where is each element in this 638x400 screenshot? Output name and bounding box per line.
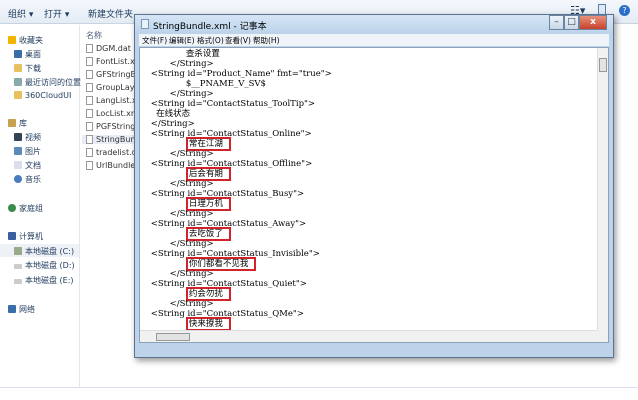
text-line: </String> bbox=[148, 239, 214, 249]
scroll-thumb[interactable] bbox=[156, 333, 190, 341]
nav-disk-d[interactable]: 本地磁盘 (D:) bbox=[14, 260, 75, 271]
text-line: 后会有期 bbox=[148, 167, 332, 181]
nav-videos[interactable]: 视频 bbox=[14, 132, 41, 143]
text-line: </String> bbox=[148, 149, 214, 159]
file-item[interactable]: LocList.xml bbox=[86, 109, 141, 118]
file-icon bbox=[86, 161, 93, 170]
text-editor[interactable]: 查杀设置 </String> <String id="Product_Name"… bbox=[139, 47, 609, 343]
text-line: </String> bbox=[148, 209, 214, 219]
navigation-pane: 收藏夹 桌面 下载 最近访问的位置 360CloudUI 库 视频 图片 文档 … bbox=[0, 25, 81, 387]
scrollbar-corner bbox=[597, 330, 608, 342]
notepad-titlebar[interactable]: StringBundle.xml - 记事本 – □ x bbox=[135, 15, 613, 33]
text-line: 常在江湖 bbox=[148, 137, 332, 151]
text-line: <String id="Product_Name" fmt="true"> bbox=[148, 69, 332, 79]
open-button[interactable]: 打开 ▾ bbox=[44, 7, 69, 20]
file-icon bbox=[86, 148, 93, 157]
vertical-scrollbar[interactable] bbox=[597, 48, 608, 330]
nav-libraries[interactable]: 库 bbox=[8, 118, 27, 129]
text-line: </String> bbox=[148, 119, 195, 129]
close-button[interactable]: x bbox=[579, 15, 607, 30]
text-line: <String id="ContactStatus_QMe"> bbox=[148, 309, 304, 319]
text-line: <String id="ContactStatus_Away"> bbox=[148, 219, 307, 229]
text-line: </String> bbox=[148, 89, 214, 99]
text-line: 你们都看不见我 bbox=[148, 257, 332, 271]
document-icon bbox=[14, 161, 22, 169]
text-line: <String id="ContactStatus_ToolTip"> bbox=[148, 99, 316, 109]
file-icon bbox=[86, 135, 93, 144]
file-item[interactable]: DGM.dat bbox=[86, 44, 131, 53]
scroll-thumb[interactable] bbox=[599, 58, 607, 72]
homegroup-icon bbox=[8, 204, 16, 212]
nav-downloads[interactable]: 下载 bbox=[14, 63, 41, 74]
menu-format[interactable]: 格式(O) bbox=[197, 35, 224, 46]
recent-icon bbox=[14, 78, 22, 86]
new-folder-button[interactable]: 新建文件夹 bbox=[88, 7, 133, 20]
folder-icon bbox=[14, 64, 22, 72]
menu-file[interactable]: 文件(F) bbox=[142, 35, 167, 46]
text-line: 在线状态 bbox=[148, 109, 191, 119]
notepad-icon bbox=[141, 19, 149, 29]
menu-view[interactable]: 查看(V) bbox=[225, 35, 251, 46]
drive-icon bbox=[14, 247, 22, 255]
text-line: </String> bbox=[148, 59, 214, 69]
text-line: 快来撩我 bbox=[148, 317, 332, 331]
nav-computer[interactable]: 计算机 bbox=[8, 231, 43, 242]
drive-icon bbox=[14, 264, 22, 269]
organize-button[interactable]: 组织 ▾ bbox=[8, 7, 33, 20]
nav-360cloud[interactable]: 360CloudUI bbox=[14, 91, 71, 100]
text-line: 查杀设置 bbox=[148, 49, 220, 59]
text-line: 日理万机 bbox=[148, 197, 332, 211]
text-line: </String> bbox=[148, 299, 214, 309]
file-icon bbox=[86, 70, 93, 79]
text-line: </String> bbox=[148, 179, 214, 189]
nav-disk-e[interactable]: 本地磁盘 (E:) bbox=[14, 275, 74, 286]
file-item-selected[interactable]: StringBundle.xml bbox=[82, 135, 165, 144]
desktop-icon bbox=[14, 50, 22, 58]
nav-homegroup[interactable]: 家庭组 bbox=[8, 203, 43, 214]
file-icon bbox=[86, 83, 93, 92]
text-line: <String id="ContactStatus_Busy"> bbox=[148, 189, 305, 199]
editor-content[interactable]: 查杀设置 </String> <String id="Product_Name"… bbox=[148, 49, 332, 339]
explorer-bottom-border bbox=[0, 387, 638, 388]
minimize-button[interactable]: – bbox=[549, 15, 564, 30]
computer-icon bbox=[8, 232, 16, 240]
text-line: $__PNAME_V_SV$ bbox=[148, 79, 266, 89]
file-icon bbox=[86, 96, 93, 105]
drive-icon bbox=[14, 279, 22, 284]
nav-favorites[interactable]: 收藏夹 bbox=[8, 35, 43, 46]
text-line: <String id="ContactStatus_Offline"> bbox=[148, 159, 313, 169]
text-line: 去吃饭了 bbox=[148, 227, 332, 241]
window-title: StringBundle.xml - 记事本 bbox=[153, 22, 267, 32]
maximize-button[interactable]: □ bbox=[564, 15, 579, 30]
text-line: <String id="ContactStatus_Online"> bbox=[148, 129, 312, 139]
nav-music[interactable]: 音乐 bbox=[14, 174, 41, 185]
network-icon bbox=[8, 305, 16, 313]
nav-documents[interactable]: 文档 bbox=[14, 160, 41, 171]
text-line: <String id="ContactStatus_Quiet"> bbox=[148, 279, 307, 289]
star-icon bbox=[8, 36, 16, 44]
file-icon bbox=[86, 44, 93, 53]
nav-disk-c[interactable]: 本地磁盘 (C:) bbox=[0, 244, 79, 257]
folder-icon bbox=[14, 91, 22, 99]
library-icon bbox=[8, 119, 16, 127]
file-icon bbox=[86, 57, 93, 66]
nav-desktop[interactable]: 桌面 bbox=[14, 49, 41, 60]
help-icon[interactable]: ? bbox=[619, 5, 630, 16]
menu-help[interactable]: 帮助(H) bbox=[253, 35, 280, 46]
menu-bar: 文件(F) 编辑(E) 格式(O) 查看(V) 帮助(H) bbox=[139, 34, 609, 46]
file-icon bbox=[86, 109, 93, 118]
picture-icon bbox=[14, 147, 22, 155]
video-icon bbox=[14, 133, 22, 141]
text-line: 约会勿扰 bbox=[148, 287, 332, 301]
nav-pictures[interactable]: 图片 bbox=[14, 146, 41, 157]
notepad-window: StringBundle.xml - 记事本 – □ x 文件(F) 编辑(E)… bbox=[134, 14, 614, 358]
column-header-name[interactable]: 名称 bbox=[86, 30, 102, 41]
nav-network[interactable]: 网络 bbox=[8, 304, 35, 315]
file-icon bbox=[86, 122, 93, 131]
horizontal-scrollbar[interactable] bbox=[140, 330, 599, 342]
menu-edit[interactable]: 编辑(E) bbox=[169, 35, 195, 46]
nav-recent[interactable]: 最近访问的位置 bbox=[14, 77, 81, 88]
music-icon bbox=[14, 175, 22, 183]
